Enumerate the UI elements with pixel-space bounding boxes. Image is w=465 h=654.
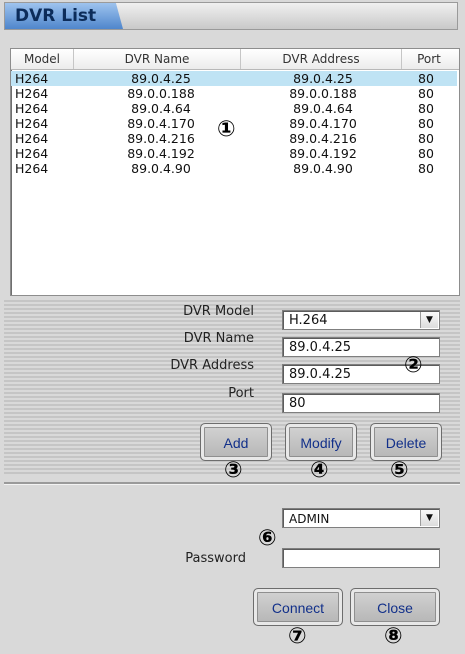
column-header-model[interactable]: Model (11, 49, 74, 69)
callout-2: ② (404, 353, 423, 378)
chevron-down-icon[interactable]: ▼ (420, 312, 438, 328)
row-dvr-name: 89.0.4.192 (127, 146, 195, 161)
row-dvr-address: 89.0.4.64 (293, 101, 353, 116)
dvr-address-label: DVR Address (170, 358, 254, 373)
row-dvr-address: 89.0.4.192 (289, 146, 357, 161)
window-title-bar: DVR List (4, 2, 458, 30)
row-model: H264 (15, 131, 49, 146)
callout-7: ⑦ (288, 624, 307, 649)
close-button[interactable]: Close (350, 588, 440, 626)
login-panel: ADMIN ▼ ⑥ Password Connect Close ⑦ ⑧ (4, 488, 460, 648)
modify-button[interactable]: Modify (285, 423, 357, 461)
column-header-port[interactable]: Port (402, 49, 456, 69)
row-model: H264 (15, 161, 49, 176)
row-dvr-address: 89.0.4.170 (289, 116, 357, 131)
callout-8: ⑧ (384, 624, 403, 649)
table-row[interactable]: H264 89.0.0.188 89.0.0.188 80 (11, 86, 457, 101)
callout-3: ③ (224, 458, 243, 483)
dvr-edit-form: DVR Model H.264 ▼ DVR Name 89.0.4.25 DVR… (4, 300, 460, 482)
row-port: 80 (418, 131, 434, 146)
row-model: H264 (15, 71, 49, 86)
row-dvr-address: 89.0.0.188 (289, 86, 357, 101)
row-dvr-address: 89.0.4.216 (289, 131, 357, 146)
user-value: ADMIN (289, 512, 330, 526)
row-port: 80 (418, 116, 434, 131)
dvr-model-label: DVR Model (183, 304, 254, 319)
table-row[interactable]: H264 89.0.4.90 89.0.4.90 80 (11, 161, 457, 176)
section-divider (4, 482, 460, 485)
row-dvr-name: 89.0.4.25 (131, 71, 191, 86)
callout-1: ① (217, 117, 236, 142)
dvr-list[interactable]: Model DVR Name DVR Address Port H264 89.… (10, 48, 460, 296)
row-model: H264 (15, 146, 49, 161)
add-button[interactable]: Add (200, 423, 272, 461)
row-model: H264 (15, 116, 49, 131)
row-port: 80 (418, 86, 434, 101)
port-label: Port (228, 386, 254, 401)
password-field[interactable] (282, 548, 440, 568)
dvr-model-value: H.264 (289, 313, 328, 328)
row-model: H264 (15, 86, 49, 101)
callout-6: ⑥ (258, 526, 277, 551)
password-label: Password (185, 551, 246, 566)
row-dvr-name: 89.0.0.188 (127, 86, 195, 101)
row-port: 80 (418, 161, 434, 176)
port-field[interactable]: 80 (282, 393, 440, 413)
user-select[interactable]: ADMIN ▼ (282, 508, 440, 528)
row-dvr-address: 89.0.4.90 (293, 161, 353, 176)
row-dvr-name: 89.0.4.64 (131, 101, 191, 116)
row-dvr-name: 89.0.4.90 (131, 161, 191, 176)
chevron-down-icon[interactable]: ▼ (420, 510, 438, 526)
table-row[interactable]: H264 89.0.4.25 89.0.4.25 80 (11, 71, 457, 86)
column-header-dvr-name[interactable]: DVR Name (74, 49, 241, 69)
window-title: DVR List (15, 6, 97, 26)
callout-4: ④ (310, 458, 329, 483)
table-row[interactable]: H264 89.0.4.192 89.0.4.192 80 (11, 146, 457, 161)
callout-5: ⑤ (390, 458, 409, 483)
dvr-name-label: DVR Name (183, 331, 254, 346)
dvr-model-select[interactable]: H.264 ▼ (282, 310, 440, 330)
delete-button[interactable]: Delete (370, 423, 442, 461)
row-port: 80 (418, 101, 434, 116)
row-port: 80 (418, 146, 434, 161)
table-row[interactable]: H264 89.0.4.64 89.0.4.64 80 (11, 101, 457, 116)
connect-button[interactable]: Connect (253, 588, 343, 626)
list-header: Model DVR Name DVR Address Port (11, 49, 459, 70)
row-dvr-address: 89.0.4.25 (293, 71, 353, 86)
row-port: 80 (418, 71, 434, 86)
column-header-dvr-address[interactable]: DVR Address (241, 49, 402, 69)
row-model: H264 (15, 101, 49, 116)
